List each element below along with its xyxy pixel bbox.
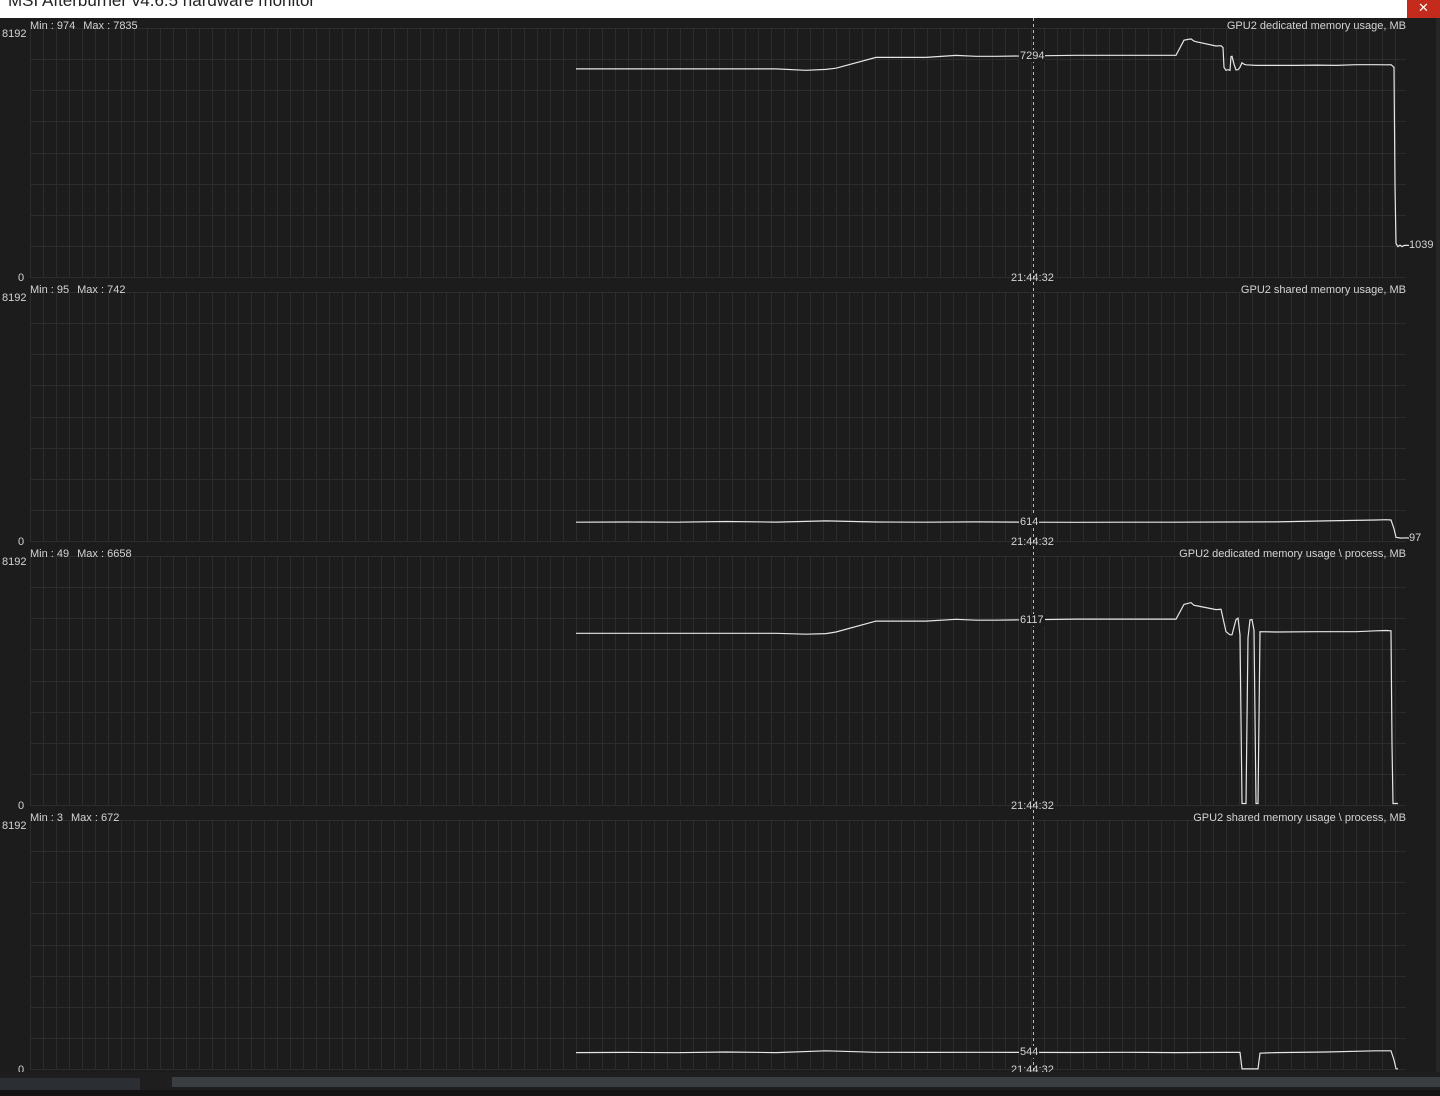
y-axis-max-label: 8192 xyxy=(2,556,27,568)
graph-plot xyxy=(30,810,1406,1074)
graph-panel[interactable]: 8192 0 GPU2 shared memory usage, MB 21:44:3… xyxy=(0,282,1440,548)
right-edge-strip xyxy=(1436,18,1440,1078)
min-value-label: Min : 95 xyxy=(30,284,70,296)
y-axis-max-label: 8192 xyxy=(2,28,27,40)
cursor-value-label: 614 xyxy=(1019,516,1040,528)
max-value-label: Max : 7835 xyxy=(83,20,138,32)
graph-title: GPU2 shared memory usage \ process, MB xyxy=(1193,812,1406,824)
bottom-edge xyxy=(0,1090,1440,1096)
cursor-value-label: 544 xyxy=(1019,1046,1040,1058)
bottom-bar xyxy=(0,1072,1440,1096)
graph-plot xyxy=(30,546,1406,810)
min-max-readout: Min : 49 Max : 6658 xyxy=(30,548,132,560)
graph-plot xyxy=(30,18,1409,282)
graph-panel[interactable]: 8192 0 GPU2 dedicated memory usage \ proce… xyxy=(0,546,1440,812)
series-line xyxy=(576,601,1398,805)
min-value-label: Min : 49 xyxy=(30,548,70,560)
y-axis-max-label: 8192 xyxy=(2,292,27,304)
max-value-label: Max : 6658 xyxy=(77,548,132,560)
cursor-value-label: 7294 xyxy=(1019,50,1046,62)
graph-title: GPU2 shared memory usage, MB xyxy=(1240,284,1406,296)
max-value-label: Max : 672 xyxy=(71,812,120,824)
series-line xyxy=(575,1050,1399,1070)
window-title: MSI Afterburner v4.6.5 hardware monitor xyxy=(8,0,316,10)
last-value-label: 1039 xyxy=(1409,239,1434,251)
cursor-value-label: 6117 xyxy=(1019,614,1045,626)
min-value-label: Min : 974 xyxy=(30,20,76,32)
graph-panel[interactable]: 8192 0 GPU2 dedicated memory usage, MB 21:4… xyxy=(0,18,1440,284)
graphs-area[interactable]: 8192 0 GPU2 dedicated memory usage, MB 21:4… xyxy=(0,18,1440,1078)
horizontal-scrollbar[interactable] xyxy=(172,1077,1440,1087)
min-value-label: Min : 3 xyxy=(30,812,64,824)
graph-plot xyxy=(30,282,1410,546)
min-max-readout: Min : 974 Max : 7835 xyxy=(30,20,138,32)
max-value-label: Max : 742 xyxy=(77,284,126,296)
graph-panel[interactable]: 8192 0 GPU2 shared memory usage \ process,… xyxy=(0,810,1440,1076)
close-button[interactable]: ✕ xyxy=(1407,0,1440,18)
title-bar: MSI Afterburner v4.6.5 hardware monitor … xyxy=(0,0,1440,18)
last-value-label: 97 xyxy=(1409,532,1422,544)
min-max-readout: Min : 95 Max : 742 xyxy=(30,284,125,296)
graph-title: GPU2 dedicated memory usage, MB xyxy=(1226,20,1406,32)
min-max-readout: Min : 3 Max : 672 xyxy=(30,812,119,824)
y-axis-max-label: 8192 xyxy=(2,820,27,832)
graph-title: GPU2 dedicated memory usage \ process, M… xyxy=(1179,548,1406,560)
